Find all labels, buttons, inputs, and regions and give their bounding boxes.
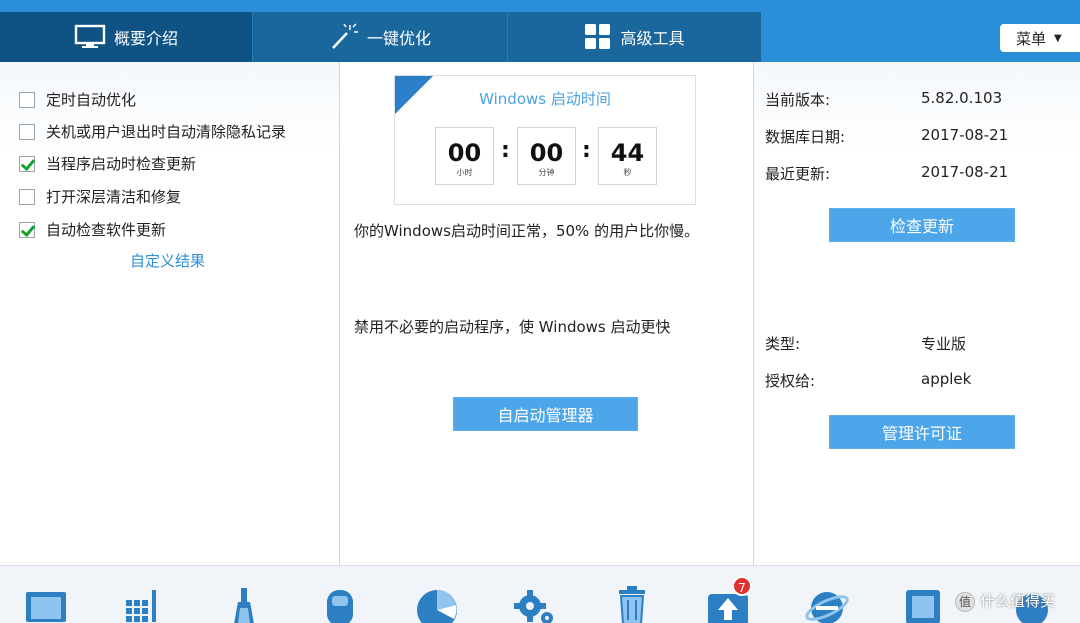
menu-label: 菜单 bbox=[1016, 29, 1047, 48]
keypad-icon[interactable] bbox=[122, 586, 162, 623]
trash-recycle-icon[interactable] bbox=[612, 586, 652, 623]
colon: : bbox=[501, 138, 510, 163]
seconds-unit: 秒 bbox=[623, 168, 632, 177]
startup-panel: Windows 启动时间 00 小时 : 00 分钟 : 44 秒 你的Wind… bbox=[340, 62, 754, 565]
mouse-icon[interactable] bbox=[320, 586, 360, 623]
seconds-box: 44 秒 bbox=[598, 127, 657, 185]
last-update-label: 最近更新: bbox=[765, 165, 831, 183]
tab-label: 一键优化 bbox=[366, 29, 431, 48]
screen-icon[interactable] bbox=[22, 586, 70, 623]
option-label: 关机或用户退出时自动清除隐私记录 bbox=[46, 123, 287, 141]
watermark-text: 什么值得买 bbox=[980, 592, 1056, 610]
pie-chart-icon[interactable] bbox=[414, 586, 460, 623]
database-date-label: 数据库日期: bbox=[765, 128, 846, 146]
header-bar: 概要介绍 一键优化 高级工具 菜单 ▼ bbox=[0, 12, 1080, 62]
startup-manager-button[interactable]: 自启动管理器 bbox=[453, 397, 638, 431]
custom-results-link[interactable]: 自定义结果 bbox=[130, 250, 205, 271]
check-update-button[interactable]: 检查更新 bbox=[829, 208, 1015, 242]
tab-label: 高级工具 bbox=[620, 29, 685, 48]
current-version-label: 当前版本: bbox=[765, 91, 831, 109]
version-panel: 当前版本: 5.82.0.103 数据库日期: 2017-08-21 最近更新:… bbox=[754, 62, 1080, 565]
grid-tiles-icon bbox=[584, 23, 612, 51]
title-strip bbox=[0, 0, 1080, 12]
minutes-box: 00 分钟 bbox=[517, 127, 576, 185]
option-check-update-on-start[interactable]: 当程序启动时检查更新 bbox=[19, 153, 196, 174]
watermark-logo-icon: 值 bbox=[955, 592, 975, 612]
checkbox[interactable] bbox=[19, 123, 35, 140]
chevron-down-icon: ▼ bbox=[1054, 32, 1062, 44]
hours-box: 00 小时 bbox=[435, 127, 494, 185]
minutes-value: 00 bbox=[529, 139, 564, 167]
boot-time-card: Windows 启动时间 00 小时 : 00 分钟 : 44 秒 bbox=[394, 75, 696, 205]
option-label: 自动检查软件更新 bbox=[46, 221, 167, 239]
startup-tip-text: 禁用不必要的启动程序，使 Windows 启动更快 bbox=[354, 318, 671, 336]
ie-browser-icon[interactable] bbox=[804, 586, 850, 623]
hours-unit: 小时 bbox=[456, 168, 473, 177]
option-label: 当程序启动时检查更新 bbox=[46, 155, 197, 173]
option-deep-clean[interactable]: 打开深层清洁和修复 bbox=[19, 186, 181, 207]
tab-label: 概要介绍 bbox=[113, 29, 178, 48]
gear-icon[interactable] bbox=[512, 586, 556, 623]
last-update-value: 2017-08-21 bbox=[921, 163, 1009, 181]
license-type-label: 类型: bbox=[765, 335, 801, 353]
option-label: 定时自动优化 bbox=[46, 91, 137, 109]
option-clear-privacy[interactable]: 关机或用户退出时自动清除隐私记录 bbox=[19, 121, 286, 142]
option-auto-check-software-update[interactable]: 自动检查软件更新 bbox=[19, 219, 166, 240]
tab-overview[interactable]: 概要介绍 bbox=[0, 12, 252, 62]
hours-value: 00 bbox=[447, 139, 482, 167]
tool-card-icon[interactable] bbox=[904, 586, 944, 623]
brush-icon[interactable] bbox=[224, 586, 264, 623]
checkbox-checked[interactable] bbox=[19, 221, 35, 238]
database-date-value: 2017-08-21 bbox=[921, 126, 1009, 144]
tab-one-click-optimize[interactable]: 一键优化 bbox=[253, 12, 507, 62]
license-type-value: 专业版 bbox=[921, 335, 967, 353]
update-count-badge: 7 bbox=[732, 576, 752, 596]
manage-license-button[interactable]: 管理许可证 bbox=[829, 415, 1015, 449]
bottom-toolbar bbox=[0, 565, 1080, 623]
licensed-to-value: applek bbox=[921, 370, 972, 388]
option-scheduled-optimize[interactable]: 定时自动优化 bbox=[19, 89, 136, 110]
option-label: 打开深层清洁和修复 bbox=[46, 188, 182, 206]
colon: : bbox=[582, 138, 591, 163]
minutes-unit: 分钟 bbox=[538, 168, 555, 177]
menu-button[interactable]: 菜单 ▼ bbox=[1000, 24, 1080, 52]
tab-advanced-tools[interactable]: 高级工具 bbox=[508, 12, 761, 62]
seconds-value: 44 bbox=[610, 139, 645, 167]
licensed-to-label: 授权给: bbox=[765, 372, 816, 390]
checkbox-checked[interactable] bbox=[19, 155, 35, 172]
boot-status-text: 你的Windows启动时间正常，50% 的用户比你慢。 bbox=[354, 222, 700, 240]
magic-wand-icon bbox=[329, 23, 359, 51]
settings-panel: 定时自动优化 关机或用户退出时自动清除隐私记录 当程序启动时检查更新 打开深层清… bbox=[0, 62, 340, 565]
checkbox[interactable] bbox=[19, 188, 35, 205]
timer-title: Windows 启动时间 bbox=[479, 90, 611, 108]
monitor-icon bbox=[74, 24, 106, 50]
main-content: 定时自动优化 关机或用户退出时自动清除隐私记录 当程序启动时检查更新 打开深层清… bbox=[0, 62, 1080, 565]
checkbox[interactable] bbox=[19, 91, 35, 108]
current-version-value: 5.82.0.103 bbox=[921, 89, 1003, 107]
